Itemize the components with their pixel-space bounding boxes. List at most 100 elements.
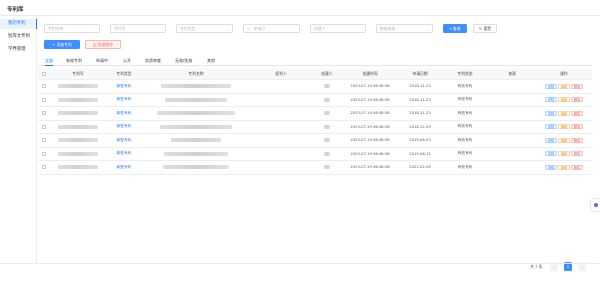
patent-type-link[interactable]: 新型专利 — [117, 138, 132, 143]
table-cell: 2018-12-29 — [398, 121, 442, 134]
tab-other[interactable]: 其他 — [207, 56, 215, 66]
delete-button[interactable]: 删除 — [571, 83, 583, 89]
patent-name-placeholder: 专利名称 — [48, 26, 64, 31]
table-cell: 有效专利 — [442, 80, 488, 93]
edit-button[interactable]: 编辑 — [558, 137, 570, 143]
patent-type-select[interactable]: 专利类型 ⌄ — [176, 24, 233, 33]
patent-status: 有效专利 — [457, 124, 473, 129]
edit-button[interactable]: 编辑 — [558, 110, 570, 116]
tab-applying[interactable]: 申请中 — [96, 56, 108, 66]
delete-button[interactable]: 删除 — [571, 124, 583, 130]
edit-button[interactable]: 编辑 — [558, 164, 570, 170]
data-source-select[interactable]: 数据来源 ⌄ — [376, 24, 433, 33]
row-checkbox[interactable] — [42, 138, 46, 143]
table-cell: 详情 编辑 删除 — [536, 148, 592, 161]
floating-assistant-button[interactable] — [590, 198, 600, 212]
add-patent-label: 添加专利 — [56, 42, 72, 47]
patent-type-link[interactable]: 新型专利 — [117, 97, 132, 102]
tab-substantive-exam[interactable]: 实质审查 — [145, 56, 161, 66]
table-cell — [488, 107, 536, 120]
table-cell — [488, 134, 536, 147]
row-checkbox[interactable] — [42, 111, 46, 116]
table-cell: 2019-06-03 — [398, 134, 442, 147]
patent-type-link[interactable]: 新型专利 — [117, 151, 132, 156]
patent-no-placeholder: 专利号 — [114, 26, 126, 31]
tab-valid[interactable]: 有效专利 — [66, 56, 82, 66]
delete-button[interactable]: 删除 — [571, 164, 583, 170]
reset-button[interactable]: ↻ 重置 — [473, 24, 497, 33]
table-cell: 详情 编辑 删除 — [536, 121, 592, 134]
row-checkbox[interactable] — [42, 84, 46, 89]
patent-type-link[interactable]: 新型专利 — [117, 165, 132, 170]
table-cell — [488, 94, 536, 107]
status-tabs: 全部 有效专利 申请中 公开 实质审查 无效/失效 其他 — [38, 56, 592, 66]
table-cell: 2023-07-19 06:48:38 — [342, 94, 398, 107]
row-checkbox[interactable] — [42, 165, 46, 170]
patent-type-link[interactable]: 新型专利 — [117, 84, 132, 89]
table-cell — [50, 80, 106, 93]
patent-type-link[interactable]: 新型专利 — [117, 124, 132, 129]
select-all-checkbox[interactable] — [38, 69, 50, 79]
edit-button[interactable]: 编辑 — [558, 83, 570, 89]
col-actions: 操作 — [560, 71, 568, 76]
table-cell: 2023-07-19 06:48:38 — [342, 134, 398, 147]
sidebar-item-management[interactable]: 学界管理 — [0, 45, 37, 55]
delete-button[interactable]: 删除 — [571, 151, 583, 157]
detail-button[interactable]: 详情 — [545, 83, 557, 89]
redacted-patent-name — [171, 138, 221, 143]
table-cell: 有效专利 — [442, 121, 488, 134]
apply-date: 2018-11-23 — [409, 111, 431, 116]
creator-input[interactable]: 创建人 — [310, 24, 366, 33]
table-cell: 2018-11-23 — [398, 107, 442, 120]
detail-button[interactable]: 详情 — [545, 164, 557, 170]
patent-type-link[interactable]: 新型专利 — [117, 111, 132, 116]
table-cell: 2018-11-23 — [398, 94, 442, 107]
tab-public[interactable]: 公开 — [123, 56, 131, 66]
pagination-total: 共 7 条 — [530, 264, 543, 269]
table-cell — [50, 161, 106, 174]
tab-all[interactable]: 全部 — [45, 56, 53, 66]
detail-button[interactable]: 详情 — [545, 97, 557, 103]
table-cell — [488, 121, 536, 134]
sidebar-item-my-patents[interactable]: 我的专利 — [0, 19, 37, 29]
add-patent-button[interactable]: + 添加专利 — [44, 40, 80, 49]
row-checkbox[interactable] — [42, 124, 46, 129]
edit-button[interactable]: 编辑 — [558, 151, 570, 157]
batch-delete-button[interactable]: ▥ 批量删除 — [85, 40, 121, 49]
tab-invalid[interactable]: 无效/失效 — [175, 56, 192, 66]
delete-button[interactable]: 删除 — [571, 137, 583, 143]
col-owner: 权利人 — [275, 71, 287, 76]
chevron-down-icon: ⌄ — [225, 26, 229, 31]
divider — [0, 263, 600, 264]
detail-button[interactable]: 详情 — [545, 124, 557, 130]
patent-status: 有效专利 — [457, 137, 473, 142]
redacted-patent-name — [161, 84, 231, 89]
edit-button[interactable]: 编辑 — [558, 124, 570, 130]
table-row: 新型专利 2023-07-19 06:48:38 2018-12-29 有效专利 详情编… — [38, 121, 592, 134]
detail-button[interactable]: 详情 — [545, 137, 557, 143]
edit-button[interactable]: 编辑 — [558, 97, 570, 103]
row-checkbox[interactable] — [42, 151, 46, 156]
sidebar-item-think-tank-patents[interactable]: 智库文专利 — [0, 32, 37, 42]
delete-button[interactable]: 删除 — [571, 97, 583, 103]
delete-button[interactable]: 删除 — [571, 110, 583, 116]
redacted-patent-no — [58, 124, 98, 129]
redacted-creator — [324, 165, 330, 170]
apply-date-picker[interactable]: ▭ 申请日 — [243, 24, 300, 33]
table-cell: 新型专利 — [106, 107, 142, 120]
table-cell — [142, 148, 250, 161]
patent-status: 有效专利 — [457, 83, 473, 88]
table-cell — [38, 80, 50, 93]
patent-name-input[interactable]: 专利名称 — [44, 24, 100, 33]
detail-button[interactable]: 详情 — [545, 151, 557, 157]
row-checkbox[interactable] — [42, 97, 46, 102]
table-cell — [142, 134, 250, 147]
page-title: 专利库 — [7, 7, 24, 13]
table-cell: 有效专利 — [442, 161, 488, 174]
patent-no-input[interactable]: 专利号 — [110, 24, 166, 33]
detail-button[interactable]: 详情 — [545, 110, 557, 116]
table-cell — [50, 94, 106, 107]
table-cell — [250, 161, 312, 174]
table-row: 新型专利 2023-07-19 06:48:38 2019-06-03 有效专利 详情编… — [38, 134, 592, 148]
search-button[interactable]: ⌕ 查询 — [443, 24, 467, 33]
